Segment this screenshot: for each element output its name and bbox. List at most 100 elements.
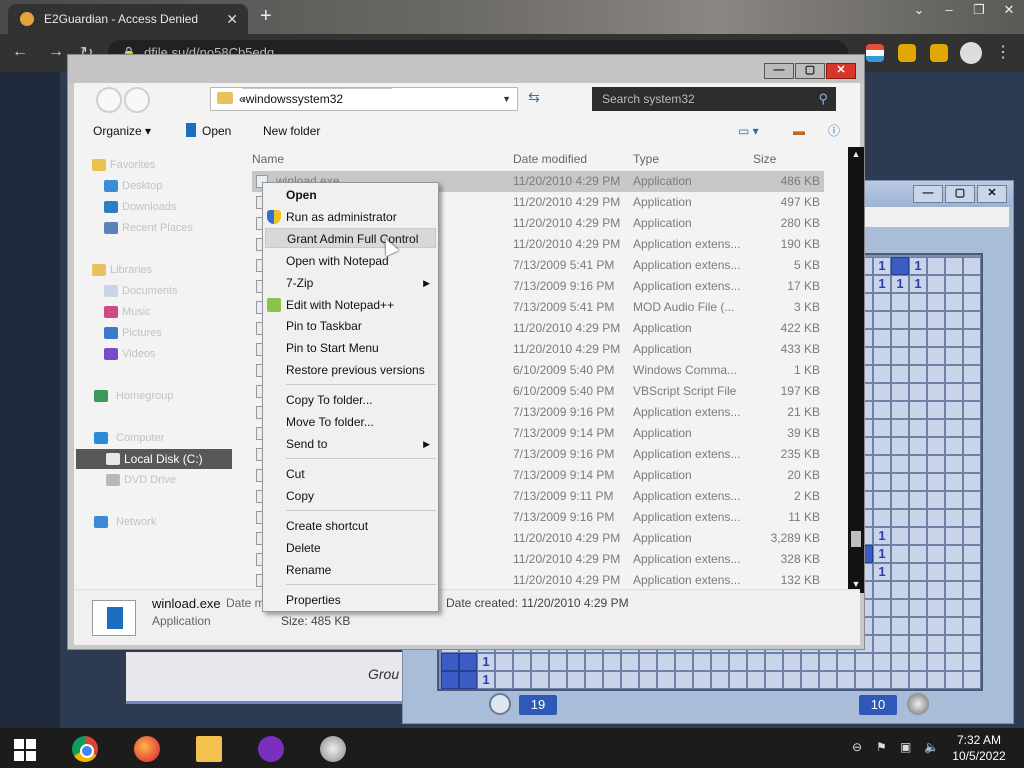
mine-cell[interactable]	[927, 545, 945, 563]
mine-cell[interactable]	[945, 599, 963, 617]
mine-cell[interactable]	[837, 671, 855, 689]
nav-music[interactable]: Music	[76, 302, 232, 322]
column-size[interactable]: Size	[753, 147, 776, 171]
mine-cell[interactable]: 1	[477, 653, 495, 671]
mine-cell[interactable]	[531, 653, 549, 671]
mine-cell[interactable]	[495, 653, 513, 671]
forward-button[interactable]	[124, 87, 150, 113]
menu-item-cut[interactable]: Cut	[265, 464, 436, 484]
menu-item-copy-to-folder[interactable]: Copy To folder...	[265, 390, 436, 410]
column-date-modified[interactable]: Date modified	[513, 147, 587, 171]
mine-cell[interactable]	[909, 383, 927, 401]
mine-cell[interactable]	[891, 257, 909, 275]
mine-cell[interactable]	[693, 653, 711, 671]
mine-cell[interactable]	[927, 653, 945, 671]
mine-cell[interactable]	[945, 491, 963, 509]
mine-cell[interactable]	[711, 671, 729, 689]
mine-cell[interactable]	[873, 509, 891, 527]
mine-cell[interactable]	[873, 365, 891, 383]
mine-cell[interactable]	[963, 329, 981, 347]
mine-cell[interactable]	[621, 671, 639, 689]
mine-cell[interactable]	[675, 671, 693, 689]
mine-cell[interactable]	[891, 293, 909, 311]
maximize-button[interactable]: ▢	[945, 185, 975, 203]
explorer-titlebar[interactable]: — ▢ ✕	[68, 55, 864, 83]
mine-cell[interactable]	[783, 653, 801, 671]
nav-dvd-drive[interactable]: DVD Drive	[76, 470, 232, 490]
nav-homegroup[interactable]: Homegroup	[76, 386, 232, 406]
column-type[interactable]: Type	[633, 147, 659, 171]
mine-cell[interactable]	[927, 347, 945, 365]
back-button[interactable]	[96, 87, 122, 113]
mine-cell[interactable]	[495, 671, 513, 689]
mine-cell[interactable]	[873, 473, 891, 491]
mine-cell[interactable]	[909, 365, 927, 383]
mine-cell[interactable]	[657, 653, 675, 671]
system-clock[interactable]: 7:32 AM 10/5/2022	[944, 732, 1014, 764]
mine-cell[interactable]	[963, 563, 981, 581]
view-options-icon[interactable]: ▭ ▾	[738, 117, 759, 145]
mine-cell[interactable]: 1	[873, 275, 891, 293]
mine-cell[interactable]	[675, 653, 693, 671]
nav-local-disk[interactable]: Local Disk (C:)	[76, 449, 232, 469]
mine-cell[interactable]	[945, 653, 963, 671]
mine-cell[interactable]	[891, 509, 909, 527]
mine-cell[interactable]	[729, 671, 747, 689]
browser-tab[interactable]: E2Guardian - Access Denied ✕	[8, 4, 248, 34]
chrome-icon[interactable]	[72, 736, 98, 762]
mine-cell[interactable]	[909, 401, 927, 419]
mine-cell[interactable]	[585, 653, 603, 671]
close-button[interactable]: ✕	[977, 185, 1007, 203]
new-tab-button[interactable]: +	[260, 5, 272, 28]
mine-cell[interactable]	[729, 653, 747, 671]
mine-cell[interactable]	[891, 653, 909, 671]
mine-cell[interactable]	[873, 455, 891, 473]
mine-cell[interactable]	[945, 257, 963, 275]
vertical-scrollbar[interactable]: ▲ ▼	[848, 147, 864, 593]
mine-cell[interactable]	[945, 329, 963, 347]
mine-cell[interactable]	[747, 653, 765, 671]
mine-cell[interactable]	[945, 545, 963, 563]
mine-cell[interactable]	[567, 653, 585, 671]
mine-cell[interactable]	[891, 635, 909, 653]
mine-cell[interactable]	[873, 599, 891, 617]
yahoo-messenger-icon[interactable]	[258, 736, 284, 762]
mine-cell[interactable]	[909, 419, 927, 437]
mine-cell[interactable]	[873, 383, 891, 401]
mine-cell[interactable]	[945, 581, 963, 599]
mine-cell[interactable]	[783, 671, 801, 689]
mine-cell[interactable]: 1	[873, 527, 891, 545]
mine-cell[interactable]	[549, 671, 567, 689]
mine-cell[interactable]	[459, 653, 477, 671]
mine-cell[interactable]	[963, 365, 981, 383]
mine-cell[interactable]	[873, 419, 891, 437]
nav-favorites[interactable]: Favorites	[76, 155, 232, 175]
close-button[interactable]: ✕	[994, 0, 1024, 22]
nav-pictures[interactable]: Pictures	[76, 323, 232, 343]
scroll-up-icon[interactable]: ▲	[851, 149, 861, 159]
mine-cell[interactable]	[909, 473, 927, 491]
mine-cell[interactable]	[459, 671, 477, 689]
mine-cell[interactable]	[963, 653, 981, 671]
nav-downloads[interactable]: Downloads	[76, 197, 232, 217]
mine-cell[interactable]	[909, 347, 927, 365]
mine-cell[interactable]	[819, 671, 837, 689]
mine-cell[interactable]	[927, 329, 945, 347]
mine-cell[interactable]	[891, 383, 909, 401]
mine-cell[interactable]	[927, 419, 945, 437]
settings-gear-icon[interactable]	[320, 736, 346, 762]
mine-cell[interactable]	[945, 365, 963, 383]
mine-cell[interactable]	[963, 257, 981, 275]
mine-cell[interactable]	[945, 509, 963, 527]
menu-item-copy[interactable]: Copy	[265, 486, 436, 506]
tray-status-icon[interactable]: ⊖	[852, 740, 862, 754]
mine-cell[interactable]	[945, 437, 963, 455]
mine-cell[interactable]	[891, 473, 909, 491]
mine-cell[interactable]	[909, 599, 927, 617]
menu-item-delete[interactable]: Delete	[265, 538, 436, 558]
mine-cell[interactable]	[963, 473, 981, 491]
profile-avatar-icon[interactable]	[960, 42, 982, 64]
mine-cell[interactable]	[909, 581, 927, 599]
mine-cell[interactable]	[891, 401, 909, 419]
scroll-thumb[interactable]	[851, 531, 861, 547]
